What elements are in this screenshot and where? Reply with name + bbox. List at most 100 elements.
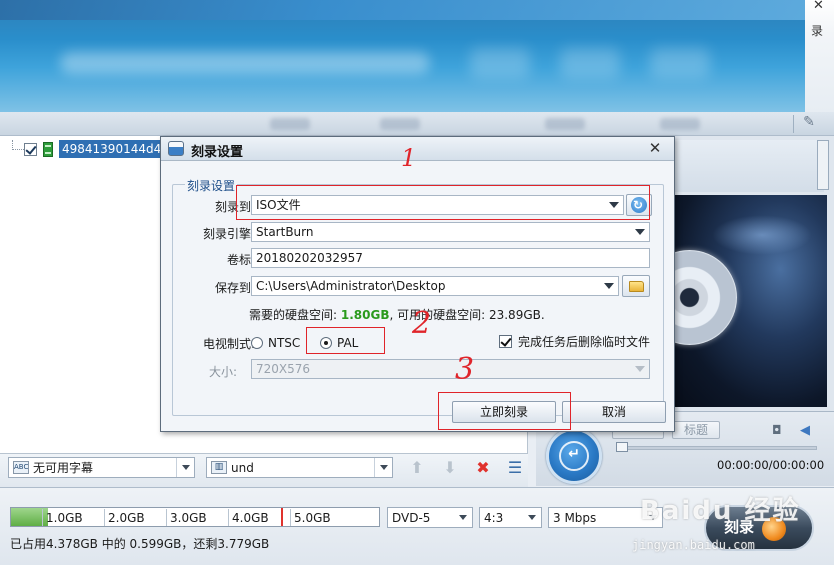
disc-image: [672, 250, 737, 345]
dialog-close-icon[interactable]: ✕: [645, 138, 665, 158]
delete-temp-check[interactable]: [499, 335, 512, 348]
volume-value: 20180202032957: [256, 251, 363, 265]
nav-item-blurred[interactable]: [650, 48, 710, 78]
toolbar-button[interactable]: [270, 118, 310, 130]
cancel-button[interactable]: 取消: [562, 401, 666, 423]
disk-tick-label: 2.0GB: [108, 511, 145, 525]
size-label: 大小:: [208, 365, 237, 379]
disk-tick-label: 3.0GB: [170, 511, 207, 525]
annotation-box-1: [236, 185, 650, 220]
save-to-select[interactable]: C:\Users\Administrator\Desktop: [251, 276, 619, 296]
title-button[interactable]: 标题: [672, 421, 720, 439]
size-value: 720X576: [256, 362, 311, 376]
volume-icon[interactable]: ◀: [800, 423, 816, 438]
title-band: [0, 0, 805, 20]
delete-icon[interactable]: ✖: [472, 457, 494, 479]
nav-item-blurred[interactable]: [560, 48, 620, 78]
play-control-knob[interactable]: ↵: [546, 428, 602, 484]
seek-bar[interactable]: [617, 446, 817, 450]
enter-icon: ↵: [568, 446, 580, 462]
app-header: [0, 0, 805, 112]
nav-item-blurred[interactable]: [470, 48, 530, 78]
save-to-label: 保存到:: [214, 281, 255, 295]
preview-header: [674, 140, 824, 192]
dialog-titlebar: 刻录设置 ✕: [161, 137, 674, 161]
timecode: 00:00:00/00:00:00: [717, 458, 825, 472]
ntsc-radio[interactable]: NTSC: [251, 336, 300, 350]
subtitle-value: 无可用字幕: [33, 461, 94, 475]
burn-settings-dialog: 刻录设置 ✕ 刻录设置 刻录到: ISO文件 刻录引擎: StartBurn 卷…: [160, 136, 675, 432]
dialog-title: 刻录设置: [191, 145, 244, 160]
tree-item-label[interactable]: 49841390144d4: [59, 140, 165, 158]
chevron-down-icon[interactable]: [176, 458, 194, 477]
header-label: 录: [811, 24, 824, 38]
disk-tick-label: 1.0GB: [46, 511, 83, 525]
annotation-box-2: [306, 327, 385, 354]
annotation-number-1: 1: [401, 144, 417, 172]
video-preview: [672, 195, 827, 407]
disk-tick-label: 4.0GB: [232, 511, 269, 525]
toolbar-button[interactable]: [660, 118, 700, 130]
chevron-down-icon[interactable]: [524, 508, 541, 527]
subtitle-icon: ABC: [13, 461, 29, 474]
tree-item-checkbox[interactable]: [24, 142, 37, 156]
window-controls: ✕ 录: [805, 0, 834, 112]
camera-icon[interactable]: ◘: [772, 423, 788, 437]
audio-select[interactable]: ▥ und: [206, 457, 393, 478]
audio-track-icon: ▥: [211, 461, 227, 474]
delete-temp-label: 完成任务后删除临时文件: [518, 335, 651, 349]
watermark-url: jingyan.baidu.com: [632, 538, 755, 552]
folder-icon: [628, 281, 644, 292]
watermark-brand: Baidu 经验: [640, 496, 801, 526]
burn-settings-icon: [168, 141, 184, 156]
tree-item[interactable]: 49841390144d4: [24, 139, 165, 159]
space-required-value: 1.80GB: [340, 308, 390, 322]
disk-tick: [42, 509, 43, 526]
space-required-prefix: 需要的硬盘空间:: [249, 308, 341, 322]
audio-value: und: [231, 460, 254, 475]
annotation-number-2: 2: [412, 306, 432, 341]
seek-thumb[interactable]: [616, 442, 628, 452]
clear-list-icon[interactable]: ☰: [504, 457, 526, 479]
volume-label: 卷标:: [226, 253, 255, 267]
toolbar: ✎: [0, 112, 834, 136]
space-available-prefix: , 可用的硬盘空间:: [389, 308, 489, 322]
app-title-blurred: [60, 52, 430, 74]
toolbar-button[interactable]: [380, 118, 420, 130]
disc-type-select[interactable]: DVD-5: [387, 507, 473, 528]
aspect-select[interactable]: 4:3: [479, 507, 542, 528]
disk-tick: [290, 509, 291, 526]
chevron-down-icon: [629, 360, 649, 378]
engine-label: 刻录引擎:: [202, 227, 255, 241]
disc-type-value: DVD-5: [392, 510, 431, 525]
chevron-down-icon[interactable]: [598, 277, 618, 295]
light-flare: [712, 215, 812, 255]
ntsc-radio-dot[interactable]: [251, 337, 263, 349]
tv-format-label: 电视制式:: [202, 337, 255, 351]
edit-icon[interactable]: ✎: [800, 114, 818, 132]
disk-tick: [104, 509, 105, 526]
disk-tick: [166, 509, 167, 526]
window-close-icon[interactable]: ✕: [813, 0, 824, 13]
move-up-icon[interactable]: ⬆: [406, 457, 428, 479]
disk-tick: [228, 509, 229, 526]
engine-value: StartBurn: [256, 225, 314, 239]
toolbar-button[interactable]: [545, 118, 585, 130]
preview-scrollbar[interactable]: [817, 140, 829, 190]
chevron-down-icon[interactable]: [455, 508, 472, 527]
browse-folder-button[interactable]: [622, 275, 650, 297]
subtitle-select[interactable]: ABC 无可用字幕: [8, 457, 195, 478]
chevron-down-icon[interactable]: [374, 458, 392, 477]
space-available-value: 23.89GB.: [488, 308, 545, 322]
aspect-value: 4:3: [484, 510, 504, 525]
save-to-value: C:\Users\Administrator\Desktop: [256, 279, 446, 293]
volume-input[interactable]: 20180202032957: [251, 248, 650, 268]
engine-select[interactable]: StartBurn: [251, 222, 650, 242]
disk-summary: 已占用4.378GB 中的 0.599GB，还剩3.779GB: [10, 537, 270, 551]
disk-tick-label: 5.0GB: [294, 511, 331, 525]
chevron-down-icon[interactable]: [629, 223, 649, 241]
move-down-icon[interactable]: ⬇: [439, 457, 461, 479]
disk-space-info: 需要的硬盘空间: 1.80GB, 可用的硬盘空间: 23.89GB.: [249, 306, 545, 323]
delete-temp-checkbox[interactable]: 完成任务后删除临时文件: [499, 333, 650, 350]
size-select: 720X576: [251, 359, 650, 379]
